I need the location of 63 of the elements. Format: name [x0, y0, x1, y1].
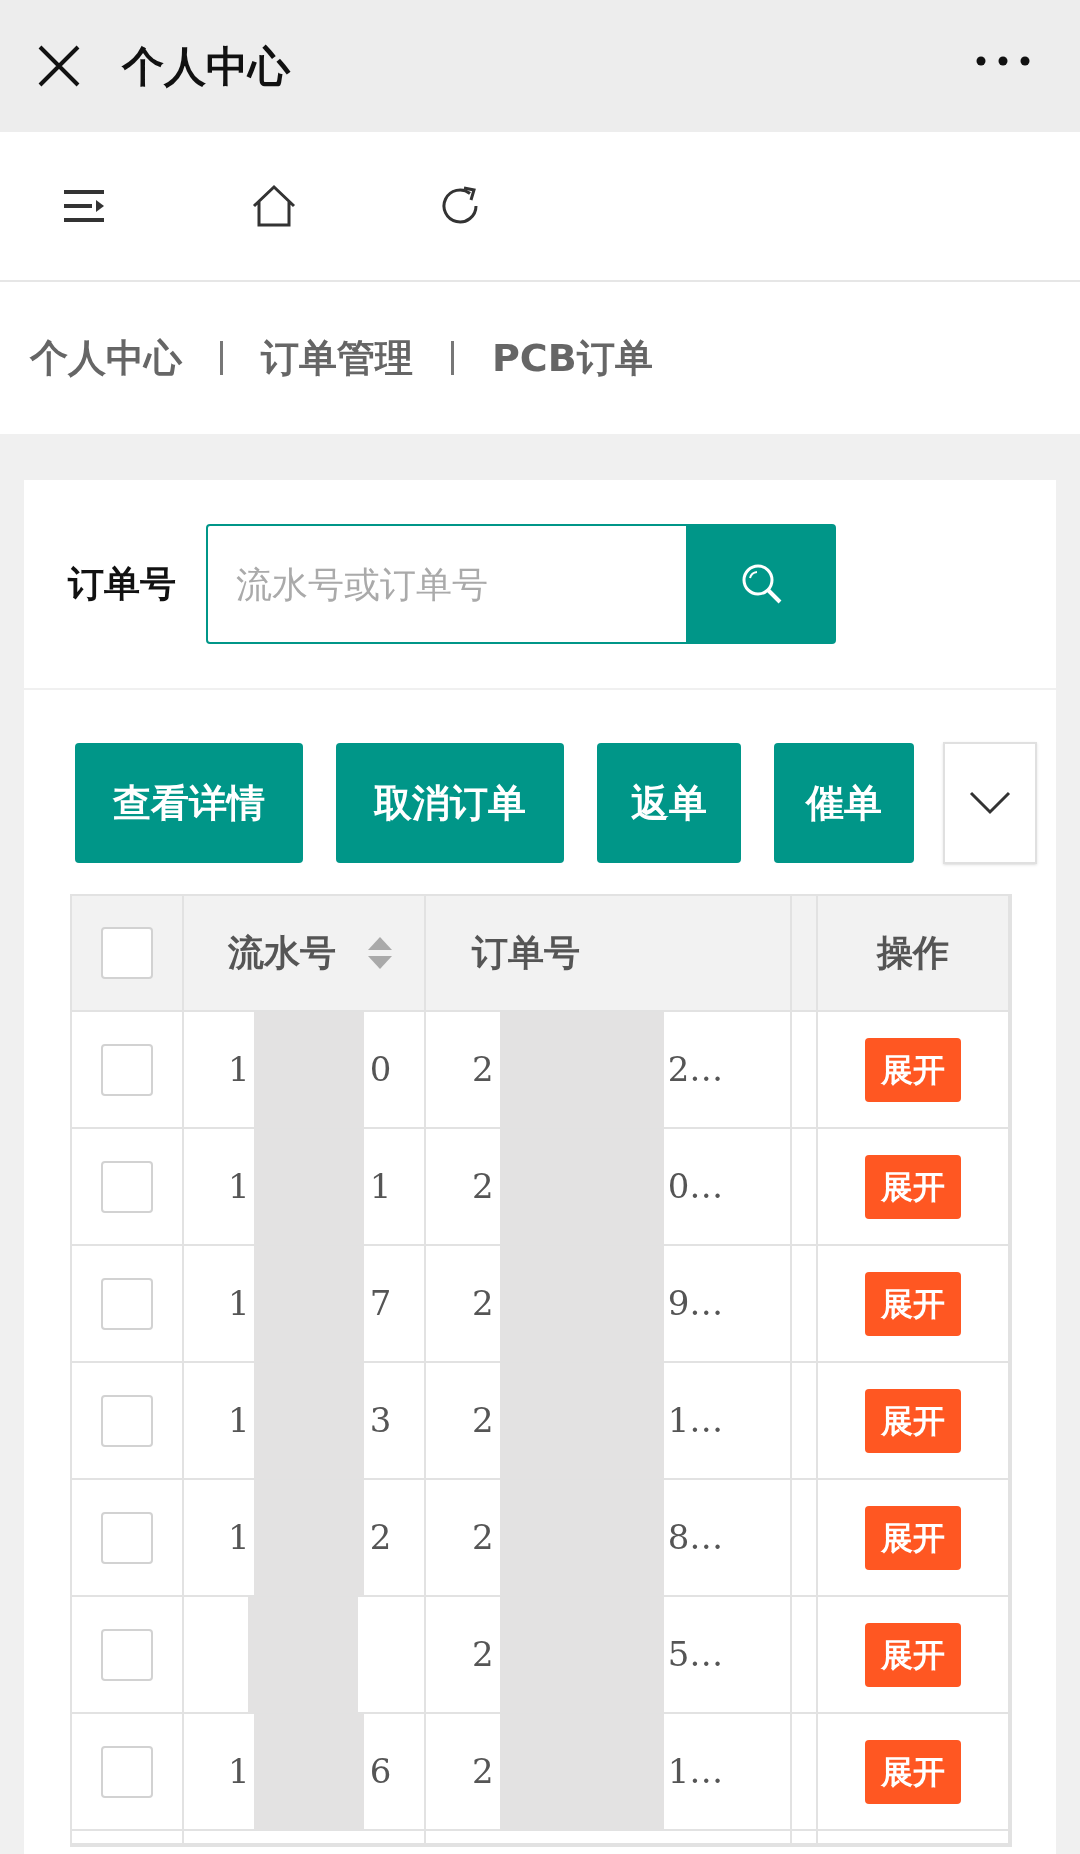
cell-text: 1 [228, 1165, 250, 1208]
breadcrumb-link[interactable]: 个人中心 [30, 329, 182, 387]
action-button[interactable]: 返单 [597, 743, 741, 863]
more-icon[interactable] [976, 56, 1030, 66]
cell-text: 2 [472, 1516, 494, 1559]
cell-text: 1 [228, 1750, 250, 1793]
chevron-down-icon [969, 791, 1011, 815]
cell-text: 2… [667, 1048, 724, 1091]
breadcrumb-link[interactable]: 订单管理 [261, 329, 413, 387]
expand-button[interactable]: 展开 [865, 1622, 961, 1687]
column-header[interactable]: 流水号 [228, 926, 336, 980]
cell-text: 2 [472, 1750, 494, 1793]
dropdown-button[interactable] [943, 742, 1037, 864]
expand-button[interactable]: 展开 [865, 1271, 961, 1336]
cell-text: 6 [369, 1750, 392, 1793]
checkbox[interactable] [101, 1745, 153, 1798]
cell-text: 1 [228, 1516, 250, 1559]
search-icon [740, 562, 784, 606]
cell-text: 2 [472, 1399, 494, 1442]
cell-text: 3 [369, 1399, 392, 1442]
cell-text: 8… [667, 1516, 724, 1559]
cell-text: 7 [369, 1282, 392, 1325]
action-button[interactable]: 取消订单 [336, 743, 564, 863]
cell-text: 2 [472, 1165, 494, 1208]
search-field[interactable]: 流水号或订单号 [206, 524, 688, 644]
cell-text: 1… [667, 1750, 724, 1793]
cell-text: 1 [369, 1165, 392, 1208]
close-icon[interactable] [36, 43, 82, 89]
expand-button[interactable]: 展开 [865, 1388, 961, 1453]
cell-text: 0 [369, 1048, 392, 1091]
cell-text: 5… [667, 1633, 724, 1676]
action-button[interactable]: 查看详情 [75, 743, 303, 863]
cell-text: 9… [667, 1282, 724, 1325]
checkbox[interactable] [101, 1628, 153, 1681]
checkbox[interactable] [101, 1160, 153, 1213]
cell-text: 1… [667, 1399, 724, 1442]
home-icon[interactable] [250, 184, 298, 228]
cell-text: 2 [369, 1516, 392, 1559]
checkbox[interactable] [101, 927, 153, 979]
sort-icon[interactable] [366, 935, 394, 971]
checkbox[interactable] [101, 1394, 153, 1447]
checkbox[interactable] [101, 1277, 153, 1330]
cell-text: 0… [667, 1165, 724, 1208]
checkbox[interactable] [101, 1043, 153, 1096]
action-button[interactable]: 催单 [774, 743, 914, 863]
expand-button[interactable]: 展开 [865, 1037, 961, 1102]
menu-icon[interactable] [62, 188, 106, 224]
breadcrumb-link[interactable]: PCB订单 [492, 329, 653, 387]
search-button[interactable] [688, 524, 836, 644]
column-header: 操作 [877, 931, 949, 975]
cell-text: 2 [472, 1282, 494, 1325]
expand-button[interactable]: 展开 [865, 1154, 961, 1219]
cell-text: 1 [228, 1282, 250, 1325]
column-header: 订单号 [472, 931, 580, 975]
cell-text: 1 [228, 1399, 250, 1442]
cell-text: 2 [472, 1633, 494, 1676]
expand-button[interactable]: 展开 [865, 1739, 961, 1804]
expand-button[interactable]: 展开 [865, 1505, 961, 1570]
cell-text: 2 [472, 1048, 494, 1091]
cell-text: 1 [228, 1048, 250, 1091]
checkbox[interactable] [101, 1511, 153, 1564]
search-label: 订单号 [68, 562, 176, 606]
window-title: 个人中心 [122, 40, 290, 93]
